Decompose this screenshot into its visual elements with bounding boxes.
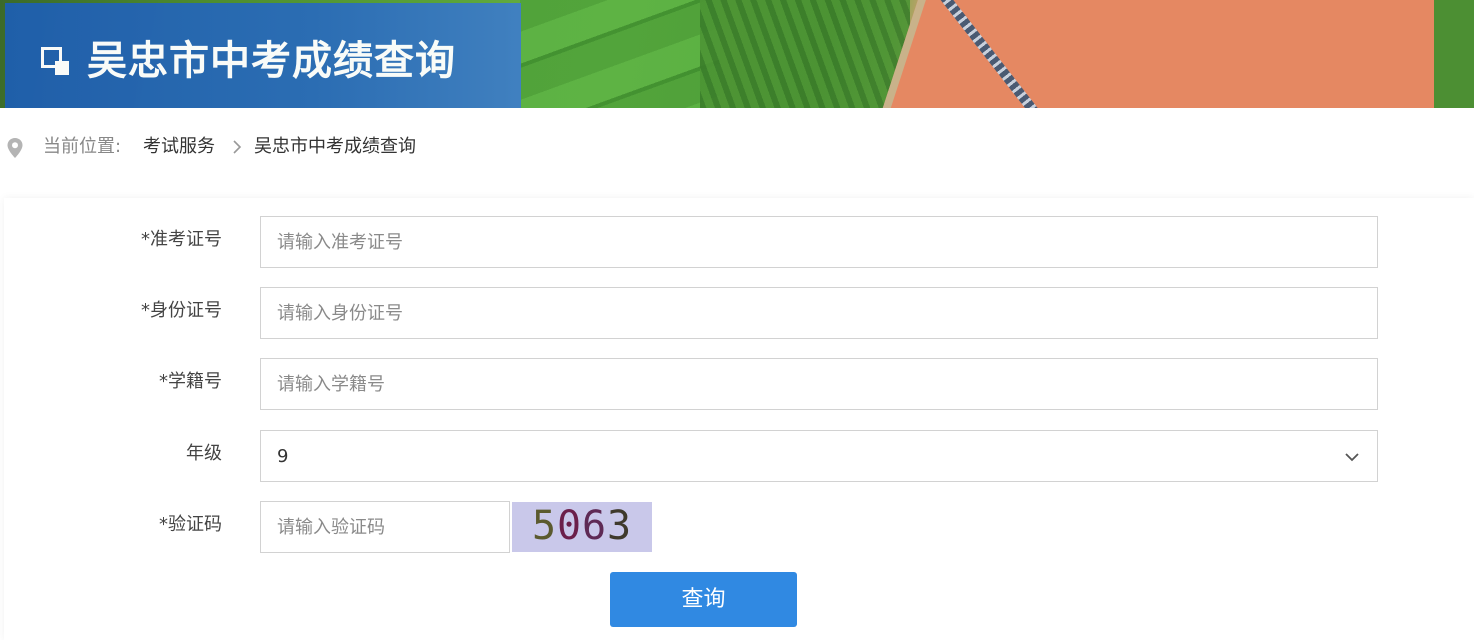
banner-landscape-trees [700, 0, 910, 108]
form-row-id-number: *身份证号 [4, 287, 1474, 339]
form-row-admission-number: *准考证号 [4, 216, 1474, 268]
captcha-digit: 6 [582, 503, 607, 549]
title-plate: 吴忠市中考成绩查询 [5, 3, 521, 108]
breadcrumb-current: 吴忠市中考成绩查询 [254, 136, 416, 157]
header-banner: 吴忠市中考成绩查询 [0, 0, 1474, 108]
breadcrumb: 当前位置: 考试服务 吴忠市中考成绩查询 [0, 126, 1474, 168]
id-number-input[interactable] [260, 287, 1378, 339]
form-row-grade: 年级 9 [4, 430, 1474, 482]
chevron-down-icon [1345, 453, 1359, 462]
grade-label: 年级 [186, 443, 222, 464]
page-title: 吴忠市中考成绩查询 [87, 38, 456, 84]
captcha-digit: 0 [557, 503, 582, 549]
chevron-right-icon [233, 140, 242, 154]
captcha-label: *验证码 [159, 514, 222, 535]
title-square-icon [41, 47, 69, 75]
captcha-input[interactable] [260, 501, 510, 553]
admission-number-input[interactable] [260, 216, 1378, 268]
form-row-captcha: *验证码 [4, 501, 1474, 553]
captcha-image[interactable]: 5 0 6 3 [512, 502, 652, 552]
student-number-input[interactable] [260, 358, 1378, 410]
captcha-digit: 3 [607, 503, 632, 549]
id-number-label: *身份证号 [141, 300, 222, 321]
breadcrumb-prefix: 当前位置: [43, 136, 122, 157]
grade-selected-value: 9 [277, 446, 289, 467]
location-pin-icon [7, 138, 23, 158]
captcha-digit: 5 [532, 503, 557, 549]
query-button[interactable]: 查询 [610, 572, 797, 627]
student-number-label: *学籍号 [159, 371, 222, 392]
breadcrumb-link-exam-services[interactable]: 考试服务 [143, 126, 215, 168]
form-row-student-number: *学籍号 [4, 358, 1474, 410]
query-form: *准考证号 *身份证号 *学籍号 年级 9 *验证码 5 0 6 3 查询 [4, 198, 1474, 640]
admission-number-label: *准考证号 [141, 229, 222, 250]
banner-landscape-fields [520, 0, 720, 108]
grade-select[interactable]: 9 [260, 430, 1378, 482]
banner-landscape-bank [1434, 0, 1474, 108]
